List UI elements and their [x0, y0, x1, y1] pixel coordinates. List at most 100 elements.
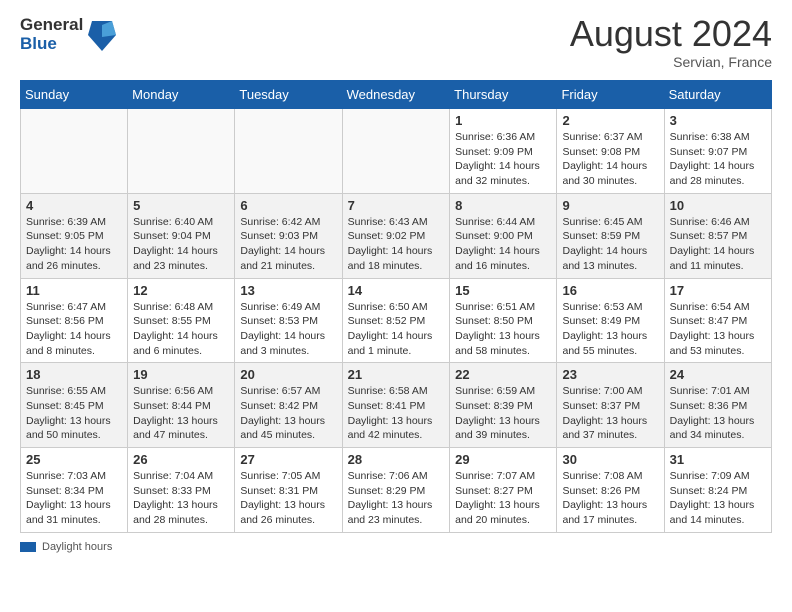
month-year-title: August 2024 — [570, 16, 772, 52]
calendar-day-cell: 13Sunrise: 6:49 AMSunset: 8:53 PMDayligh… — [235, 278, 342, 363]
day-info: Sunrise: 6:42 AMSunset: 9:03 PMDaylight:… — [240, 215, 336, 274]
calendar-day-cell: 23 Sunrise: 7:00 AMSunset: 8:37 PMDayligh… — [557, 363, 664, 448]
day-number: 20 — [240, 367, 336, 382]
calendar-week-3: 11Sunrise: 6:47 AMSunset: 8:56 PMDayligh… — [21, 278, 772, 363]
legend-label: Daylight hours — [42, 541, 112, 553]
day-info: Sunrise: 6:38 AMSunset: 9:07 PMDaylight:… — [670, 130, 766, 189]
calendar-day-cell: 27 Sunrise: 7:05 AMSunset: 8:31 PMDayligh… — [235, 448, 342, 533]
day-number: 23 — [562, 367, 658, 382]
day-info: Sunrise: 6:50 AMSunset: 8:52 PMDaylight:… — [348, 300, 445, 359]
weekday-header-thursday: Thursday — [450, 81, 557, 109]
calendar-week-5: 25 Sunrise: 7:03 AMSunset: 8:34 PMDayligh… — [21, 448, 772, 533]
calendar-day-cell — [342, 109, 450, 194]
day-info: Sunrise: 6:36 AMSunset: 9:09 PMDaylight:… — [455, 130, 551, 189]
title-block: August 2024 Servian, France — [570, 16, 772, 70]
day-number: 18 — [26, 367, 122, 382]
logo: General Blue — [20, 16, 118, 53]
day-number: 30 — [562, 452, 658, 467]
calendar-day-cell: 2 Sunrise: 6:37 AMSunset: 9:08 PMDaylight… — [557, 109, 664, 194]
day-info: Sunrise: 6:55 AMSunset: 8:45 PMDaylight:… — [26, 384, 122, 443]
day-info: Sunrise: 6:59 AMSunset: 8:39 PMDaylight:… — [455, 384, 551, 443]
day-info: Sunrise: 6:49 AMSunset: 8:53 PMDaylight:… — [240, 300, 336, 359]
weekday-header-tuesday: Tuesday — [235, 81, 342, 109]
calendar-day-cell: 7Sunrise: 6:43 AMSunset: 9:02 PMDaylight… — [342, 193, 450, 278]
day-info: Sunrise: 6:40 AMSunset: 9:04 PMDaylight:… — [133, 215, 229, 274]
day-number: 26 — [133, 452, 229, 467]
day-info: Sunrise: 6:54 AMSunset: 8:47 PMDaylight:… — [670, 300, 766, 359]
day-number: 24 — [670, 367, 766, 382]
day-info: Sunrise: 7:09 AMSunset: 8:24 PMDaylight:… — [670, 469, 766, 528]
calendar-day-cell: 31 Sunrise: 7:09 AMSunset: 8:24 PMDayligh… — [664, 448, 771, 533]
day-number: 6 — [240, 198, 336, 213]
day-info: Sunrise: 6:43 AMSunset: 9:02 PMDaylight:… — [348, 215, 445, 274]
calendar-day-cell: 22 Sunrise: 6:59 AMSunset: 8:39 PMDayligh… — [450, 363, 557, 448]
day-info: Sunrise: 7:05 AMSunset: 8:31 PMDaylight:… — [240, 469, 336, 528]
day-info: Sunrise: 6:57 AMSunset: 8:42 PMDaylight:… — [240, 384, 336, 443]
calendar-day-cell: 4 Sunrise: 6:39 AMSunset: 9:05 PMDaylight… — [21, 193, 128, 278]
day-info: Sunrise: 7:08 AMSunset: 8:26 PMDaylight:… — [562, 469, 658, 528]
day-number: 27 — [240, 452, 336, 467]
day-number: 3 — [670, 113, 766, 128]
logo-icon — [86, 17, 118, 53]
location-subtitle: Servian, France — [570, 54, 772, 70]
calendar-day-cell: 5 Sunrise: 6:40 AMSunset: 9:04 PMDaylight… — [128, 193, 235, 278]
day-number: 2 — [562, 113, 658, 128]
day-number: 28 — [348, 452, 445, 467]
calendar-day-cell: 8 Sunrise: 6:44 AMSunset: 9:00 PMDaylight… — [450, 193, 557, 278]
day-number: 9 — [562, 198, 658, 213]
weekday-header-sunday: Sunday — [21, 81, 128, 109]
day-info: Sunrise: 6:51 AMSunset: 8:50 PMDaylight:… — [455, 300, 551, 359]
calendar-day-cell: 20 Sunrise: 6:57 AMSunset: 8:42 PMDayligh… — [235, 363, 342, 448]
day-info: Sunrise: 6:47 AMSunset: 8:56 PMDaylight:… — [26, 300, 122, 359]
logo-blue-text: Blue — [20, 35, 83, 54]
calendar-day-cell: 1 Sunrise: 6:36 AMSunset: 9:09 PMDaylight… — [450, 109, 557, 194]
day-number: 1 — [455, 113, 551, 128]
day-number: 22 — [455, 367, 551, 382]
calendar-week-1: 1 Sunrise: 6:36 AMSunset: 9:09 PMDaylight… — [21, 109, 772, 194]
day-number: 29 — [455, 452, 551, 467]
calendar-day-cell — [128, 109, 235, 194]
weekday-header-monday: Monday — [128, 81, 235, 109]
day-info: Sunrise: 7:00 AMSunset: 8:37 PMDaylight:… — [562, 384, 658, 443]
day-info: Sunrise: 6:44 AMSunset: 9:00 PMDaylight:… — [455, 215, 551, 274]
calendar-day-cell: 11Sunrise: 6:47 AMSunset: 8:56 PMDayligh… — [21, 278, 128, 363]
calendar-day-cell: 29Sunrise: 7:07 AMSunset: 8:27 PMDayligh… — [450, 448, 557, 533]
calendar-day-cell: 12 Sunrise: 6:48 AMSunset: 8:55 PMDayligh… — [128, 278, 235, 363]
day-info: Sunrise: 6:37 AMSunset: 9:08 PMDaylight:… — [562, 130, 658, 189]
day-number: 4 — [26, 198, 122, 213]
day-number: 19 — [133, 367, 229, 382]
calendar-day-cell — [21, 109, 128, 194]
day-info: Sunrise: 7:03 AMSunset: 8:34 PMDaylight:… — [26, 469, 122, 528]
day-info: Sunrise: 6:39 AMSunset: 9:05 PMDaylight:… — [26, 215, 122, 274]
day-info: Sunrise: 7:04 AMSunset: 8:33 PMDaylight:… — [133, 469, 229, 528]
day-number: 8 — [455, 198, 551, 213]
day-info: Sunrise: 6:58 AMSunset: 8:41 PMDaylight:… — [348, 384, 445, 443]
calendar-week-4: 18 Sunrise: 6:55 AMSunset: 8:45 PMDayligh… — [21, 363, 772, 448]
calendar-day-cell: 18 Sunrise: 6:55 AMSunset: 8:45 PMDayligh… — [21, 363, 128, 448]
calendar-day-cell: 9Sunrise: 6:45 AMSunset: 8:59 PMDaylight… — [557, 193, 664, 278]
day-info: Sunrise: 6:56 AMSunset: 8:44 PMDaylight:… — [133, 384, 229, 443]
day-number: 31 — [670, 452, 766, 467]
day-number: 12 — [133, 283, 229, 298]
calendar-day-cell: 21Sunrise: 6:58 AMSunset: 8:41 PMDayligh… — [342, 363, 450, 448]
day-number: 17 — [670, 283, 766, 298]
day-info: Sunrise: 6:48 AMSunset: 8:55 PMDaylight:… — [133, 300, 229, 359]
calendar-table: SundayMondayTuesdayWednesdayThursdayFrid… — [20, 80, 772, 533]
day-number: 16 — [562, 283, 658, 298]
calendar-day-cell: 15 Sunrise: 6:51 AMSunset: 8:50 PMDayligh… — [450, 278, 557, 363]
calendar-day-cell: 10Sunrise: 6:46 AMSunset: 8:57 PMDayligh… — [664, 193, 771, 278]
calendar-day-cell: 14 Sunrise: 6:50 AMSunset: 8:52 PMDayligh… — [342, 278, 450, 363]
day-number: 25 — [26, 452, 122, 467]
calendar-day-cell: 6 Sunrise: 6:42 AMSunset: 9:03 PMDaylight… — [235, 193, 342, 278]
calendar-day-cell: 28 Sunrise: 7:06 AMSunset: 8:29 PMDayligh… — [342, 448, 450, 533]
day-number: 14 — [348, 283, 445, 298]
calendar-day-cell — [235, 109, 342, 194]
day-number: 5 — [133, 198, 229, 213]
weekday-header-friday: Friday — [557, 81, 664, 109]
calendar-day-cell: 19 Sunrise: 6:56 AMSunset: 8:44 PMDayligh… — [128, 363, 235, 448]
calendar-day-cell: 16Sunrise: 6:53 AMSunset: 8:49 PMDayligh… — [557, 278, 664, 363]
calendar-day-cell: 3 Sunrise: 6:38 AMSunset: 9:07 PMDaylight… — [664, 109, 771, 194]
day-info: Sunrise: 7:06 AMSunset: 8:29 PMDaylight:… — [348, 469, 445, 528]
day-number: 15 — [455, 283, 551, 298]
calendar-day-cell: 26 Sunrise: 7:04 AMSunset: 8:33 PMDayligh… — [128, 448, 235, 533]
